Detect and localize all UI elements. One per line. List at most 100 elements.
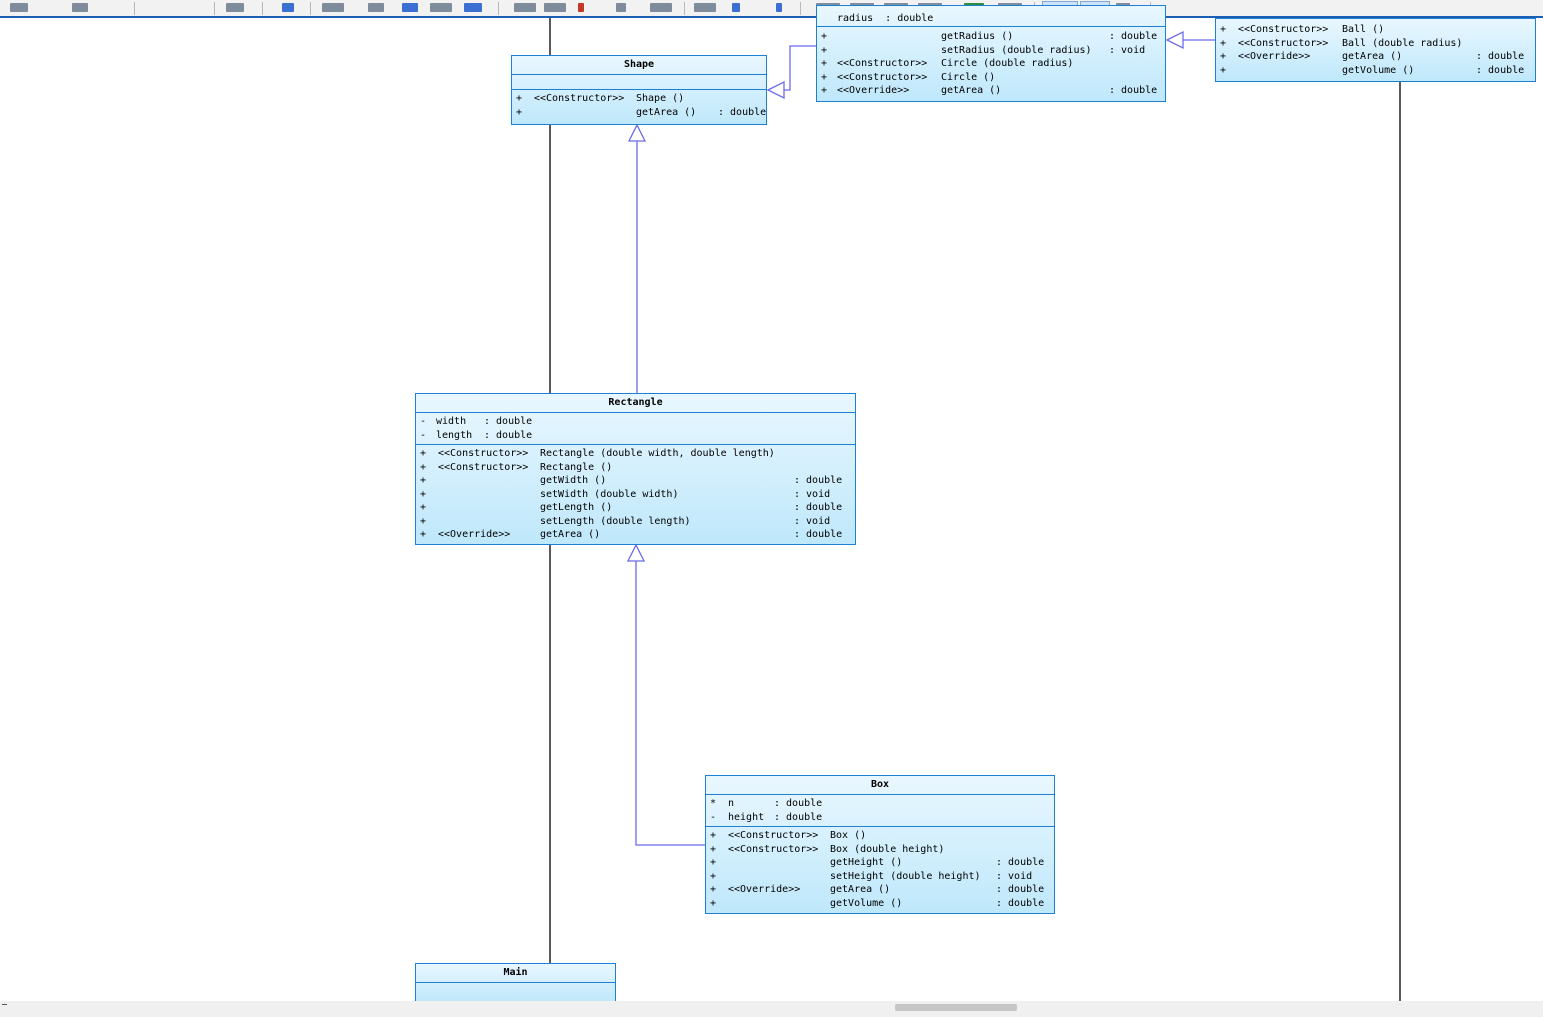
inheritance-arrowhead: [766, 80, 785, 100]
operation-signature: getArea (): [941, 85, 1002, 96]
visibility: +: [420, 515, 427, 527]
visibility: +: [420, 448, 427, 459]
operation-signature: getArea (): [830, 884, 891, 895]
class-circle[interactable]: radius : double + getRadius () : double …: [816, 5, 1166, 102]
operation-signature: Box (): [830, 830, 867, 841]
operation-signature: Circle (double radius): [941, 58, 1074, 69]
visibility: +: [420, 502, 427, 513]
operation-row[interactable]: + setLength (double length) : void: [420, 515, 855, 529]
operation-signature: getArea (): [540, 529, 601, 540]
return-type: : double: [996, 897, 1045, 909]
attribute-row[interactable]: - length : double: [420, 429, 855, 443]
operation-row[interactable]: + <<Constructor>> Rectangle (): [420, 461, 855, 475]
visibility: -: [420, 429, 427, 441]
operation-signature: setWidth (double width): [540, 488, 679, 500]
class-name: Box: [706, 776, 1054, 795]
operation-signature: Ball (): [1342, 24, 1385, 35]
stereotype: <<Override>>: [837, 85, 910, 96]
operation-row[interactable]: + <<Constructor>> Ball (double radius): [1220, 37, 1535, 51]
visibility: +: [710, 843, 717, 855]
operation-row[interactable]: + setHeight (double height) : void: [710, 870, 1054, 884]
operations-compartment: + <<Constructor>> Rectangle (double widt…: [416, 445, 855, 544]
visibility: -: [420, 416, 427, 427]
attributes-compartment: * n : double - height : double: [706, 795, 1054, 827]
class-box[interactable]: Box * n : double - height : double + <<C…: [705, 775, 1055, 914]
return-type: : double: [996, 857, 1045, 868]
class-name: Main: [416, 964, 615, 983]
inheritance-line-box-rectangle: [635, 561, 705, 846]
return-type: : double: [1109, 31, 1158, 42]
scrollbar-thumb[interactable]: [895, 1004, 1017, 1011]
operation-signature: setHeight (double height): [830, 870, 981, 882]
operation-row[interactable]: + <<Constructor>> Ball (): [1220, 23, 1535, 37]
operation-signature: Rectangle (): [540, 461, 613, 473]
operation-row[interactable]: + <<Override>> getArea () : double: [710, 883, 1054, 897]
operation-signature: setRadius (double radius): [941, 44, 1092, 56]
visibility: +: [516, 93, 523, 104]
stereotype: <<Constructor>>: [1238, 37, 1329, 49]
class-shape[interactable]: Shape + <<Constructor>> Shape () + getAr…: [511, 55, 767, 125]
minus-icon: [2, 1004, 7, 1005]
operation-row[interactable]: + <<Override>> getArea () : double: [821, 84, 1165, 98]
visibility: +: [710, 884, 717, 895]
inheritance-arrowhead: [626, 543, 646, 562]
attribute-name: n: [728, 798, 735, 809]
attribute-type: : double: [484, 429, 533, 441]
operation-row[interactable]: + getVolume () : double: [1220, 64, 1535, 78]
stereotype: <<Override>>: [728, 884, 801, 895]
operation-row[interactable]: + getArea () : double: [516, 106, 766, 120]
operation-row[interactable]: + getRadius () : double: [821, 30, 1165, 44]
return-type: : double: [1109, 85, 1158, 96]
operation-row[interactable]: + getLength () : double: [420, 501, 855, 515]
return-type: : void: [1109, 44, 1146, 56]
operation-signature: Rectangle (double width, double length): [540, 448, 775, 459]
attribute-row[interactable]: - height : double: [710, 811, 1054, 825]
operation-row[interactable]: + setWidth (double width) : void: [420, 488, 855, 502]
stereotype: <<Constructor>>: [728, 843, 819, 855]
operation-row[interactable]: + getWidth () : double: [420, 474, 855, 488]
attribute-type: : double: [774, 798, 823, 809]
operation-row[interactable]: + <<Constructor>> Box (): [710, 829, 1054, 843]
class-name: Rectangle: [416, 394, 855, 413]
class-rectangle[interactable]: Rectangle - width : double - length : do…: [415, 393, 856, 545]
operation-row[interactable]: + getHeight () : double: [710, 856, 1054, 870]
visibility: +: [1220, 24, 1227, 35]
class-main[interactable]: Main: [415, 963, 616, 1001]
visibility: +: [1220, 64, 1227, 76]
operation-row[interactable]: + <<Constructor>> Shape (): [516, 92, 766, 106]
inheritance-arrowhead: [627, 123, 647, 142]
operation-row[interactable]: + getVolume () : double: [710, 897, 1054, 911]
operation-row[interactable]: + <<Constructor>> Circle (): [821, 71, 1165, 85]
attribute-row[interactable]: radius : double: [837, 12, 933, 26]
operation-row[interactable]: + <<Constructor>> Rectangle (double widt…: [420, 447, 855, 461]
stereotype: <<Constructor>>: [837, 58, 928, 69]
attributes-compartment: [512, 75, 766, 90]
visibility: +: [516, 106, 523, 118]
operation-signature: getVolume (): [1342, 64, 1415, 76]
operation-row[interactable]: + <<Constructor>> Circle (double radius): [821, 57, 1165, 71]
operation-row[interactable]: + <<Override>> getArea () : double: [1220, 50, 1535, 64]
visibility: -: [710, 811, 717, 823]
visibility: +: [1220, 51, 1227, 62]
return-type: : double: [794, 475, 843, 486]
attribute-row[interactable]: * n : double: [710, 797, 1054, 811]
operations-compartment: + <<Constructor>> Box () + <<Constructor…: [706, 827, 1054, 912]
return-type: : void: [794, 488, 831, 500]
operation-signature: Circle (): [941, 71, 996, 83]
return-type: : double: [1476, 51, 1525, 62]
attribute-row[interactable]: - width : double: [420, 415, 855, 429]
visibility: +: [710, 897, 717, 909]
visibility: +: [420, 488, 427, 500]
operation-signature: getVolume (): [830, 897, 903, 909]
stereotype: <<Constructor>>: [534, 93, 625, 104]
class-ball[interactable]: + <<Constructor>> Ball () + <<Constructo…: [1215, 18, 1536, 82]
operation-row[interactable]: + <<Override>> getArea () : double: [420, 528, 855, 542]
attribute-name: length: [436, 429, 473, 441]
operations-compartment: + <<Constructor>> Shape () + getArea () …: [512, 90, 766, 121]
operation-row[interactable]: + <<Constructor>> Box (double height): [710, 843, 1054, 857]
horizontal-scrollbar[interactable]: [0, 1001, 1543, 1017]
visibility: +: [420, 529, 427, 540]
attribute-type: : double: [484, 416, 533, 427]
operation-signature: getRadius (): [941, 31, 1014, 42]
operation-row[interactable]: + setRadius (double radius) : void: [821, 44, 1165, 58]
